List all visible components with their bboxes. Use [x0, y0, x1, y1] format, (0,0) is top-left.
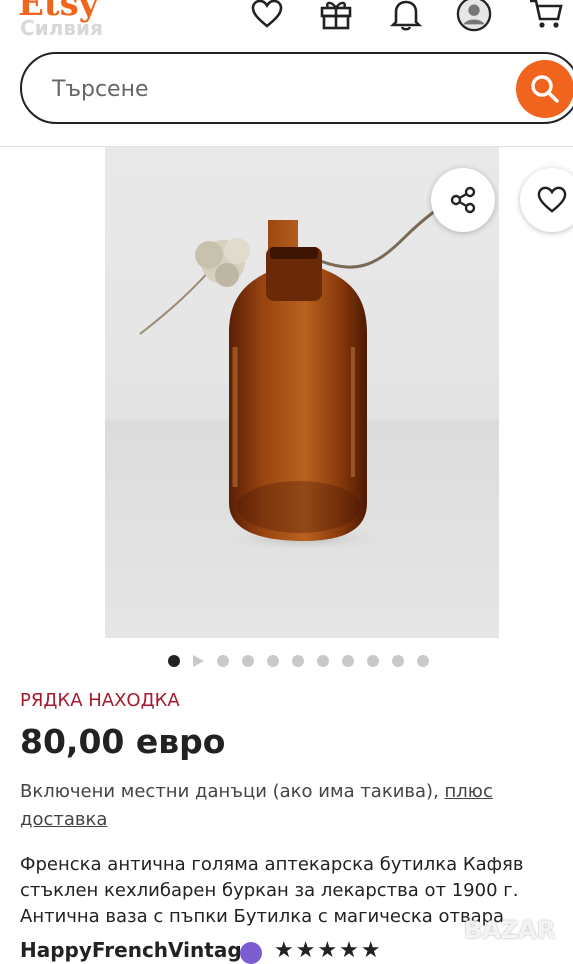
- gift-icon[interactable]: [318, 0, 354, 32]
- pagination-dot[interactable]: [292, 655, 304, 667]
- pagination-dot[interactable]: [317, 655, 329, 667]
- search-icon: [531, 75, 559, 103]
- pagination-dot-active[interactable]: [168, 655, 180, 667]
- shop-name-link[interactable]: HappyFrenchVintage: [20, 938, 255, 962]
- heart-icon: [537, 186, 567, 213]
- bell-icon[interactable]: [388, 0, 424, 32]
- search-input[interactable]: [50, 70, 474, 108]
- avatar-icon[interactable]: [456, 0, 492, 32]
- search-button[interactable]: [516, 60, 573, 118]
- tax-info: Включени местни данъци (ако има такива),…: [20, 778, 550, 834]
- share-icon: [450, 186, 476, 214]
- image-pagination: [168, 654, 442, 668]
- search-bar: [20, 52, 573, 124]
- tax-text: Включени местни данъци (ако има такива),: [20, 781, 439, 802]
- cart-icon[interactable]: [528, 0, 564, 32]
- favorite-button[interactable]: [520, 168, 573, 232]
- pagination-dot[interactable]: [217, 655, 229, 667]
- pagination-dot[interactable]: [417, 655, 429, 667]
- app-header: Etsy Силвия: [0, 0, 573, 147]
- star-seller-icon: [240, 942, 262, 964]
- video-play-icon[interactable]: [193, 655, 204, 667]
- rare-find-badge: РЯДКА НАХОДКА: [20, 690, 180, 711]
- share-button[interactable]: [431, 168, 495, 232]
- account-name: Силвия: [20, 16, 103, 40]
- favorites-heart-icon[interactable]: [249, 0, 285, 32]
- listing-photo[interactable]: [105, 147, 499, 638]
- pagination-dot[interactable]: [242, 655, 254, 667]
- pagination-dot[interactable]: [342, 655, 354, 667]
- price: 80,00 евро: [20, 722, 226, 761]
- pagination-dot[interactable]: [392, 655, 404, 667]
- pagination-dot[interactable]: [267, 655, 279, 667]
- watermark-logo: BAZAR: [464, 916, 556, 944]
- rating-stars: ★★★★★: [274, 938, 383, 963]
- pagination-dot[interactable]: [367, 655, 379, 667]
